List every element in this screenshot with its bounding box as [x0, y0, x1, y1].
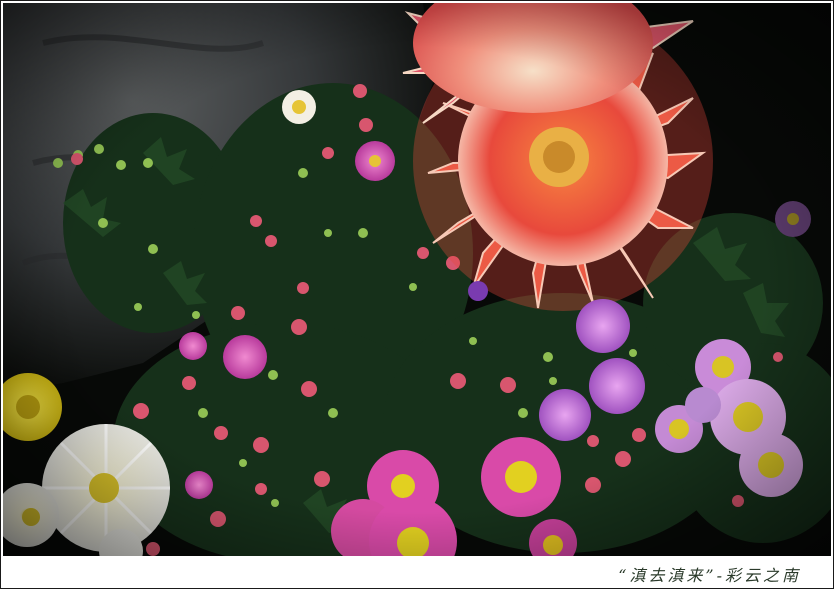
photo-frame: “滇去滇来”-彩云之南	[0, 0, 834, 589]
caption-bar: “滇去滇来”-彩云之南	[3, 557, 831, 587]
flower-photo	[3, 3, 831, 556]
photo-caption: “滇去滇来”-彩云之南	[618, 566, 801, 585]
flower-photo-image	[3, 3, 831, 556]
